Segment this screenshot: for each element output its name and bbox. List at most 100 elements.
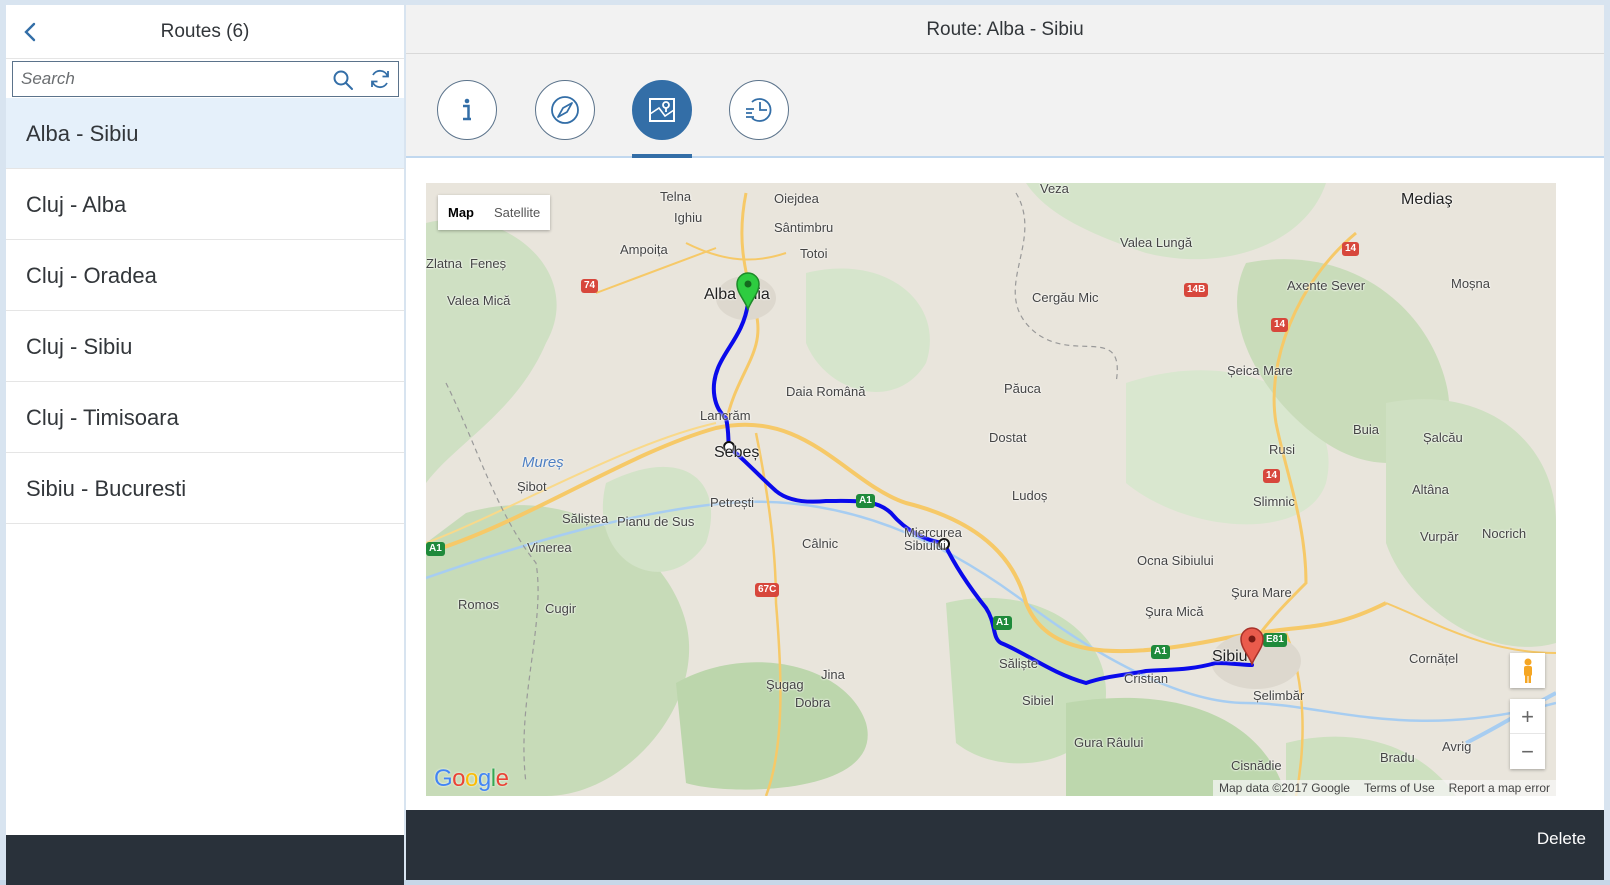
tab-selected-indicator	[632, 154, 692, 158]
map-label: Sebeș	[714, 444, 760, 461]
app-window: Routes (6) Alba - Sibiu Cluj - Alba Cluj…	[0, 0, 1610, 885]
map-label: Ighiu	[674, 210, 703, 225]
map-label: Săliștea	[562, 511, 609, 526]
detail-pane: Route: Alba - Sibiu Telna Oiejdea Veza M…	[406, 5, 1604, 880]
map-label: Romos	[458, 597, 500, 612]
refresh-button[interactable]	[368, 67, 392, 91]
map-label: Cisnădie	[1231, 758, 1282, 773]
route-list-item[interactable]: Sibiu - Bucuresti	[6, 453, 404, 524]
map-label: Avrig	[1442, 739, 1472, 754]
search-button[interactable]	[331, 68, 355, 92]
road-shield: 14	[1263, 469, 1281, 483]
map-label: Daia Română	[786, 384, 866, 399]
map-label: Șibot	[517, 479, 547, 494]
map-label: Valea Mică	[447, 293, 511, 308]
zoom-out-button[interactable]: −	[1510, 734, 1545, 769]
map-label: Ludoș	[1012, 488, 1048, 503]
river-label: Mureș	[522, 454, 564, 471]
refresh-icon	[371, 69, 389, 89]
master-footer	[6, 835, 404, 885]
report-map-error-link[interactable]: Report a map error	[1449, 780, 1550, 796]
google-logo: Google	[434, 765, 509, 792]
map-label: Feneș	[470, 256, 507, 271]
map-label: Pianu de Sus	[617, 514, 695, 529]
map-label: Zlatna	[426, 256, 463, 271]
tab-map[interactable]	[632, 80, 692, 140]
route-list-item[interactable]: Cluj - Sibiu	[6, 311, 404, 382]
road-shield: A1	[993, 616, 1012, 630]
zoom-in-button[interactable]: +	[1510, 699, 1545, 734]
master-title: Routes (6)	[160, 21, 250, 42]
detail-header: Route: Alba - Sibiu	[406, 5, 1604, 54]
map-base-layer	[426, 183, 1556, 796]
map-label: Ampoița	[620, 242, 668, 257]
road-shield: A1	[856, 494, 875, 508]
map-data-credit: Map data ©2017 Google	[1219, 781, 1350, 795]
map-label: Șelimbăr	[1253, 688, 1305, 703]
detail-title: Route: Alba - Sibiu	[926, 19, 1084, 40]
tab-history[interactable]	[729, 80, 789, 140]
map-label: Dostat	[989, 430, 1027, 445]
info-icon	[463, 98, 471, 121]
map-label: Păuca	[1004, 381, 1041, 396]
icon-tab-bar	[406, 54, 1604, 158]
map-label: Telna	[660, 189, 692, 204]
road-shield: 14	[1342, 242, 1360, 256]
map-label: Şura Mare	[1231, 585, 1292, 600]
map-label: Axente Sever	[1287, 278, 1366, 293]
map-label: Veza	[1040, 183, 1069, 196]
map-label: Vinerea	[527, 540, 572, 555]
street-view-button[interactable]	[1510, 653, 1545, 688]
map-label: Lancrăm	[700, 408, 751, 423]
map-label: Valea Lungă	[1120, 235, 1193, 250]
map-label: Nocrich	[1482, 526, 1527, 541]
route-list-item[interactable]: Cluj - Oradea	[6, 240, 404, 311]
map-label: Bradu	[1380, 750, 1415, 765]
history-icon	[746, 98, 772, 122]
map-label: Şura Mică	[1145, 604, 1204, 619]
end-marker-icon[interactable]	[1238, 626, 1266, 666]
map-label: Cristian	[1124, 671, 1169, 686]
map-label: Şugag	[766, 677, 804, 692]
map-label: Gura Râului	[1074, 735, 1144, 750]
route-list-item[interactable]: Cluj - Timisoara	[6, 382, 404, 453]
map-icon	[649, 98, 675, 122]
detail-content: Telna Oiejdea Veza Mediaş Ighiu Sântimbr…	[406, 160, 1604, 835]
road-shield: 67C	[755, 583, 780, 597]
zoom-control: + −	[1510, 699, 1545, 769]
start-marker-icon[interactable]	[734, 271, 762, 311]
tab-navigation[interactable]	[535, 80, 595, 140]
map-label: Sântimbru	[774, 220, 834, 235]
map-label: Buia	[1353, 422, 1380, 437]
map-label: Totoi	[800, 246, 828, 261]
map-label: Câlnic	[802, 536, 839, 551]
route-list-item[interactable]: Alba - Sibiu	[6, 98, 404, 169]
map-label: Șalcău	[1423, 430, 1463, 445]
road-shield: 74	[581, 279, 599, 293]
master-header: Routes (6)	[6, 5, 404, 59]
map-label: Oiejdea	[774, 191, 819, 206]
route-list-item[interactable]: Cluj - Alba	[6, 169, 404, 240]
search-input[interactable]	[21, 62, 321, 96]
road-shield: A1	[1151, 645, 1170, 659]
map-label: Altâna	[1412, 482, 1449, 497]
road-shield: 14B	[1184, 283, 1209, 297]
map-label: Ocna Sibiului	[1137, 553, 1214, 568]
map-label: Rusi	[1269, 442, 1296, 457]
map-label: Jina	[821, 667, 845, 682]
map-type-map-button[interactable]: Map	[438, 195, 484, 230]
compass-icon	[551, 96, 579, 124]
map-attribution: Map data ©2017 Google Terms of Use Repor…	[1213, 780, 1556, 796]
terms-of-use-link[interactable]: Terms of Use	[1364, 780, 1435, 796]
delete-button[interactable]: Delete	[1527, 822, 1596, 856]
road-shield: E81	[1263, 633, 1287, 647]
map-label: Miercurea Sibiului	[904, 525, 962, 553]
map-label: Săliște	[999, 656, 1039, 671]
road-shield: 14	[1271, 318, 1289, 332]
route-map[interactable]: Telna Oiejdea Veza Mediaş Ighiu Sântimbr…	[426, 183, 1556, 796]
map-type-satellite-button[interactable]: Satellite	[484, 195, 550, 230]
tab-info[interactable]	[437, 80, 497, 140]
map-label: Sibiel	[1022, 693, 1054, 708]
map-label: Dobra	[795, 695, 831, 710]
map-type-control: Map Satellite	[438, 195, 551, 230]
